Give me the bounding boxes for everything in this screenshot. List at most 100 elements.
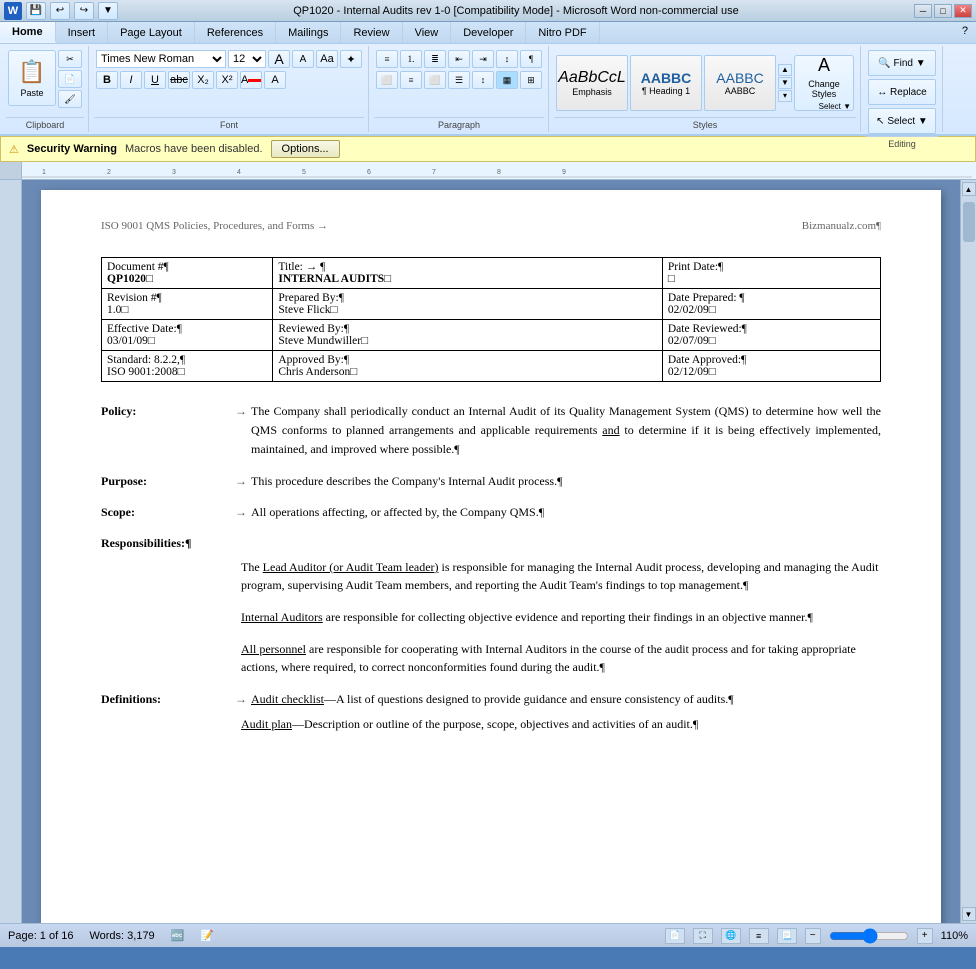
tab-insert[interactable]: Insert xyxy=(56,22,109,43)
quick-save[interactable]: 💾 xyxy=(26,2,46,20)
change-case-btn[interactable]: Aa xyxy=(316,50,338,68)
quick-redo[interactable]: ↪ xyxy=(74,2,94,20)
doc-scroll-area[interactable]: ISO 9001 QMS Policies, Procedures, and F… xyxy=(22,180,960,923)
nitro-help[interactable]: ? xyxy=(954,22,976,43)
multilevel-btn[interactable]: ≣ xyxy=(424,50,446,68)
header-right: Bizmanualz.com¶ xyxy=(802,220,881,232)
increase-indent-btn[interactable]: ⇥ xyxy=(472,50,494,68)
replace-btn[interactable]: ↔ Replace xyxy=(868,79,936,105)
close-btn[interactable]: ✕ xyxy=(954,4,972,18)
shading-btn[interactable]: ▦ xyxy=(496,71,518,89)
increase-font-btn[interactable]: A xyxy=(268,50,290,68)
view-fullscreen-btn[interactable]: ⛶ xyxy=(693,928,713,944)
justify-btn[interactable]: ☰ xyxy=(448,71,470,89)
svg-text:8: 8 xyxy=(497,169,501,176)
style-expand[interactable]: ▾ xyxy=(778,90,792,102)
view-draft-btn[interactable]: 📃 xyxy=(777,928,797,944)
align-left-btn[interactable]: ⬜ xyxy=(376,71,398,89)
svg-text:3: 3 xyxy=(172,169,176,176)
format-painter-button[interactable]: 🖌 xyxy=(58,90,82,108)
paste-button[interactable]: 📋 Paste xyxy=(8,50,56,106)
svg-text:2: 2 xyxy=(107,169,111,176)
view-outline-btn[interactable]: ≡ xyxy=(749,928,769,944)
align-center-btn[interactable]: ≡ xyxy=(400,71,422,89)
copy-button[interactable]: 📄 xyxy=(58,70,82,88)
find-btn[interactable]: 🔍 Find ▼ xyxy=(868,50,936,76)
table-cell: Title: → ¶ INTERNAL AUDITS□ xyxy=(273,258,663,289)
style-emphasis[interactable]: AaBbCcL Emphasis xyxy=(556,55,628,111)
sort-btn[interactable]: ↕ xyxy=(496,50,518,68)
change-styles-dropdown[interactable]: Select ▼ xyxy=(795,102,853,111)
italic-button[interactable]: I xyxy=(120,71,142,89)
right-scrollbar[interactable]: ▲ ▼ xyxy=(960,180,976,923)
scroll-thumb[interactable] xyxy=(963,202,975,242)
language-indicator: 🔤 xyxy=(171,929,185,942)
tab-review[interactable]: Review xyxy=(341,22,402,43)
change-styles-label: ChangeStyles xyxy=(808,79,840,99)
doc-header: ISO 9001 QMS Policies, Procedures, and F… xyxy=(101,220,881,237)
style-heading2[interactable]: AABBC AABBC xyxy=(704,55,776,111)
restore-btn[interactable]: □ xyxy=(934,4,952,18)
ruler-area: 1 2 3 4 5 6 7 8 9 xyxy=(0,162,976,180)
align-right-btn[interactable]: ⬜ xyxy=(424,71,446,89)
show-formatting-btn[interactable]: ¶ xyxy=(520,50,542,68)
para-row-2: ⬜ ≡ ⬜ ☰ ↕ ▦ ⊞ xyxy=(376,71,542,89)
view-web-btn[interactable]: 🌐 xyxy=(721,928,741,944)
table-row: Effective Date:¶ 03/01/09□ Reviewed By:¶… xyxy=(102,320,881,351)
font-name-select[interactable]: Times New Roman xyxy=(96,50,226,68)
tab-page-layout[interactable]: Page Layout xyxy=(108,22,195,43)
tab-developer[interactable]: Developer xyxy=(451,22,526,43)
borders-btn[interactable]: ⊞ xyxy=(520,71,542,89)
tab-view[interactable]: View xyxy=(403,22,452,43)
clear-format-btn[interactable]: ✦ xyxy=(340,50,362,68)
style-scroll-down[interactable]: ▼ xyxy=(778,77,792,89)
ribbon-tabs: Home Insert Page Layout References Maili… xyxy=(0,22,976,44)
bullets-btn[interactable]: ≡ xyxy=(376,50,398,68)
style-scroll-up[interactable]: ▲ xyxy=(778,64,792,76)
zoom-slider[interactable] xyxy=(829,930,909,942)
cut-button[interactable]: ✂ xyxy=(58,50,82,68)
style-heading1[interactable]: AABBC ¶ Heading 1 xyxy=(630,55,702,111)
tab-nitro[interactable]: Nitro PDF xyxy=(526,22,599,43)
subscript-btn[interactable]: X₂ xyxy=(192,71,214,89)
highlight-btn[interactable]: A xyxy=(264,71,286,89)
superscript-btn[interactable]: X² xyxy=(216,71,238,89)
tab-home[interactable]: Home xyxy=(0,22,56,43)
underline-button[interactable]: U xyxy=(144,71,166,89)
doc-body: Policy: → The Company shall periodically… xyxy=(101,402,881,733)
definition-2: Audit plan—Description or outline of the… xyxy=(241,715,881,733)
table-cell: Date Approved:¶ 02/12/09□ xyxy=(662,351,880,382)
view-print-btn[interactable]: 📄 xyxy=(665,928,685,944)
editing-content: 🔍 Find ▼ ↔ Replace ↖ Select ▼ xyxy=(866,48,938,136)
quick-undo[interactable]: ↩ xyxy=(50,2,70,20)
bold-button[interactable]: B xyxy=(96,71,118,89)
scroll-up-btn[interactable]: ▲ xyxy=(962,182,976,196)
options-button[interactable]: Options... xyxy=(271,140,340,158)
line-spacing-btn[interactable]: ↕ xyxy=(472,71,494,89)
change-styles-btn[interactable]: A ChangeStyles Select ▼ xyxy=(794,55,854,111)
clipboard-small-btns: ✂ 📄 🖌 xyxy=(58,50,82,108)
font-color-btn[interactable]: A xyxy=(240,71,262,89)
strikethrough-btn[interactable]: abc xyxy=(168,71,190,89)
style-scroll: ▲ ▼ ▾ xyxy=(778,64,792,102)
tab-references[interactable]: References xyxy=(195,22,276,43)
svg-text:4: 4 xyxy=(237,169,241,176)
status-bar: Page: 1 of 16 Words: 3,179 🔤 📝 📄 ⛶ 🌐 ≡ 📃… xyxy=(0,923,976,947)
policy-underline: and xyxy=(602,423,619,437)
table-row: Revision #¶ 1.0□ Prepared By:¶ Steve Fli… xyxy=(102,289,881,320)
status-right: 📄 ⛶ 🌐 ≡ 📃 − + 110% xyxy=(665,928,968,944)
tab-mailings[interactable]: Mailings xyxy=(276,22,341,43)
numbering-btn[interactable]: 1. xyxy=(400,50,422,68)
font-size-select[interactable]: 12 xyxy=(228,50,266,68)
zoom-out-btn[interactable]: − xyxy=(805,928,821,944)
zoom-in-btn[interactable]: + xyxy=(917,928,933,944)
decrease-font-btn[interactable]: A xyxy=(292,50,314,68)
minimize-btn[interactable]: ─ xyxy=(914,4,932,18)
editing-label: Editing xyxy=(866,136,938,149)
paste-icon: 📋 xyxy=(18,59,45,85)
scroll-down-btn[interactable]: ▼ xyxy=(962,907,976,921)
title-bar: W 💾 ↩ ↪ ▼ QP1020 - Internal Audits rev 1… xyxy=(0,0,976,22)
select-btn[interactable]: ↖ Select ▼ xyxy=(868,108,936,134)
decrease-indent-btn[interactable]: ⇤ xyxy=(448,50,470,68)
quick-customize[interactable]: ▼ xyxy=(98,2,118,20)
